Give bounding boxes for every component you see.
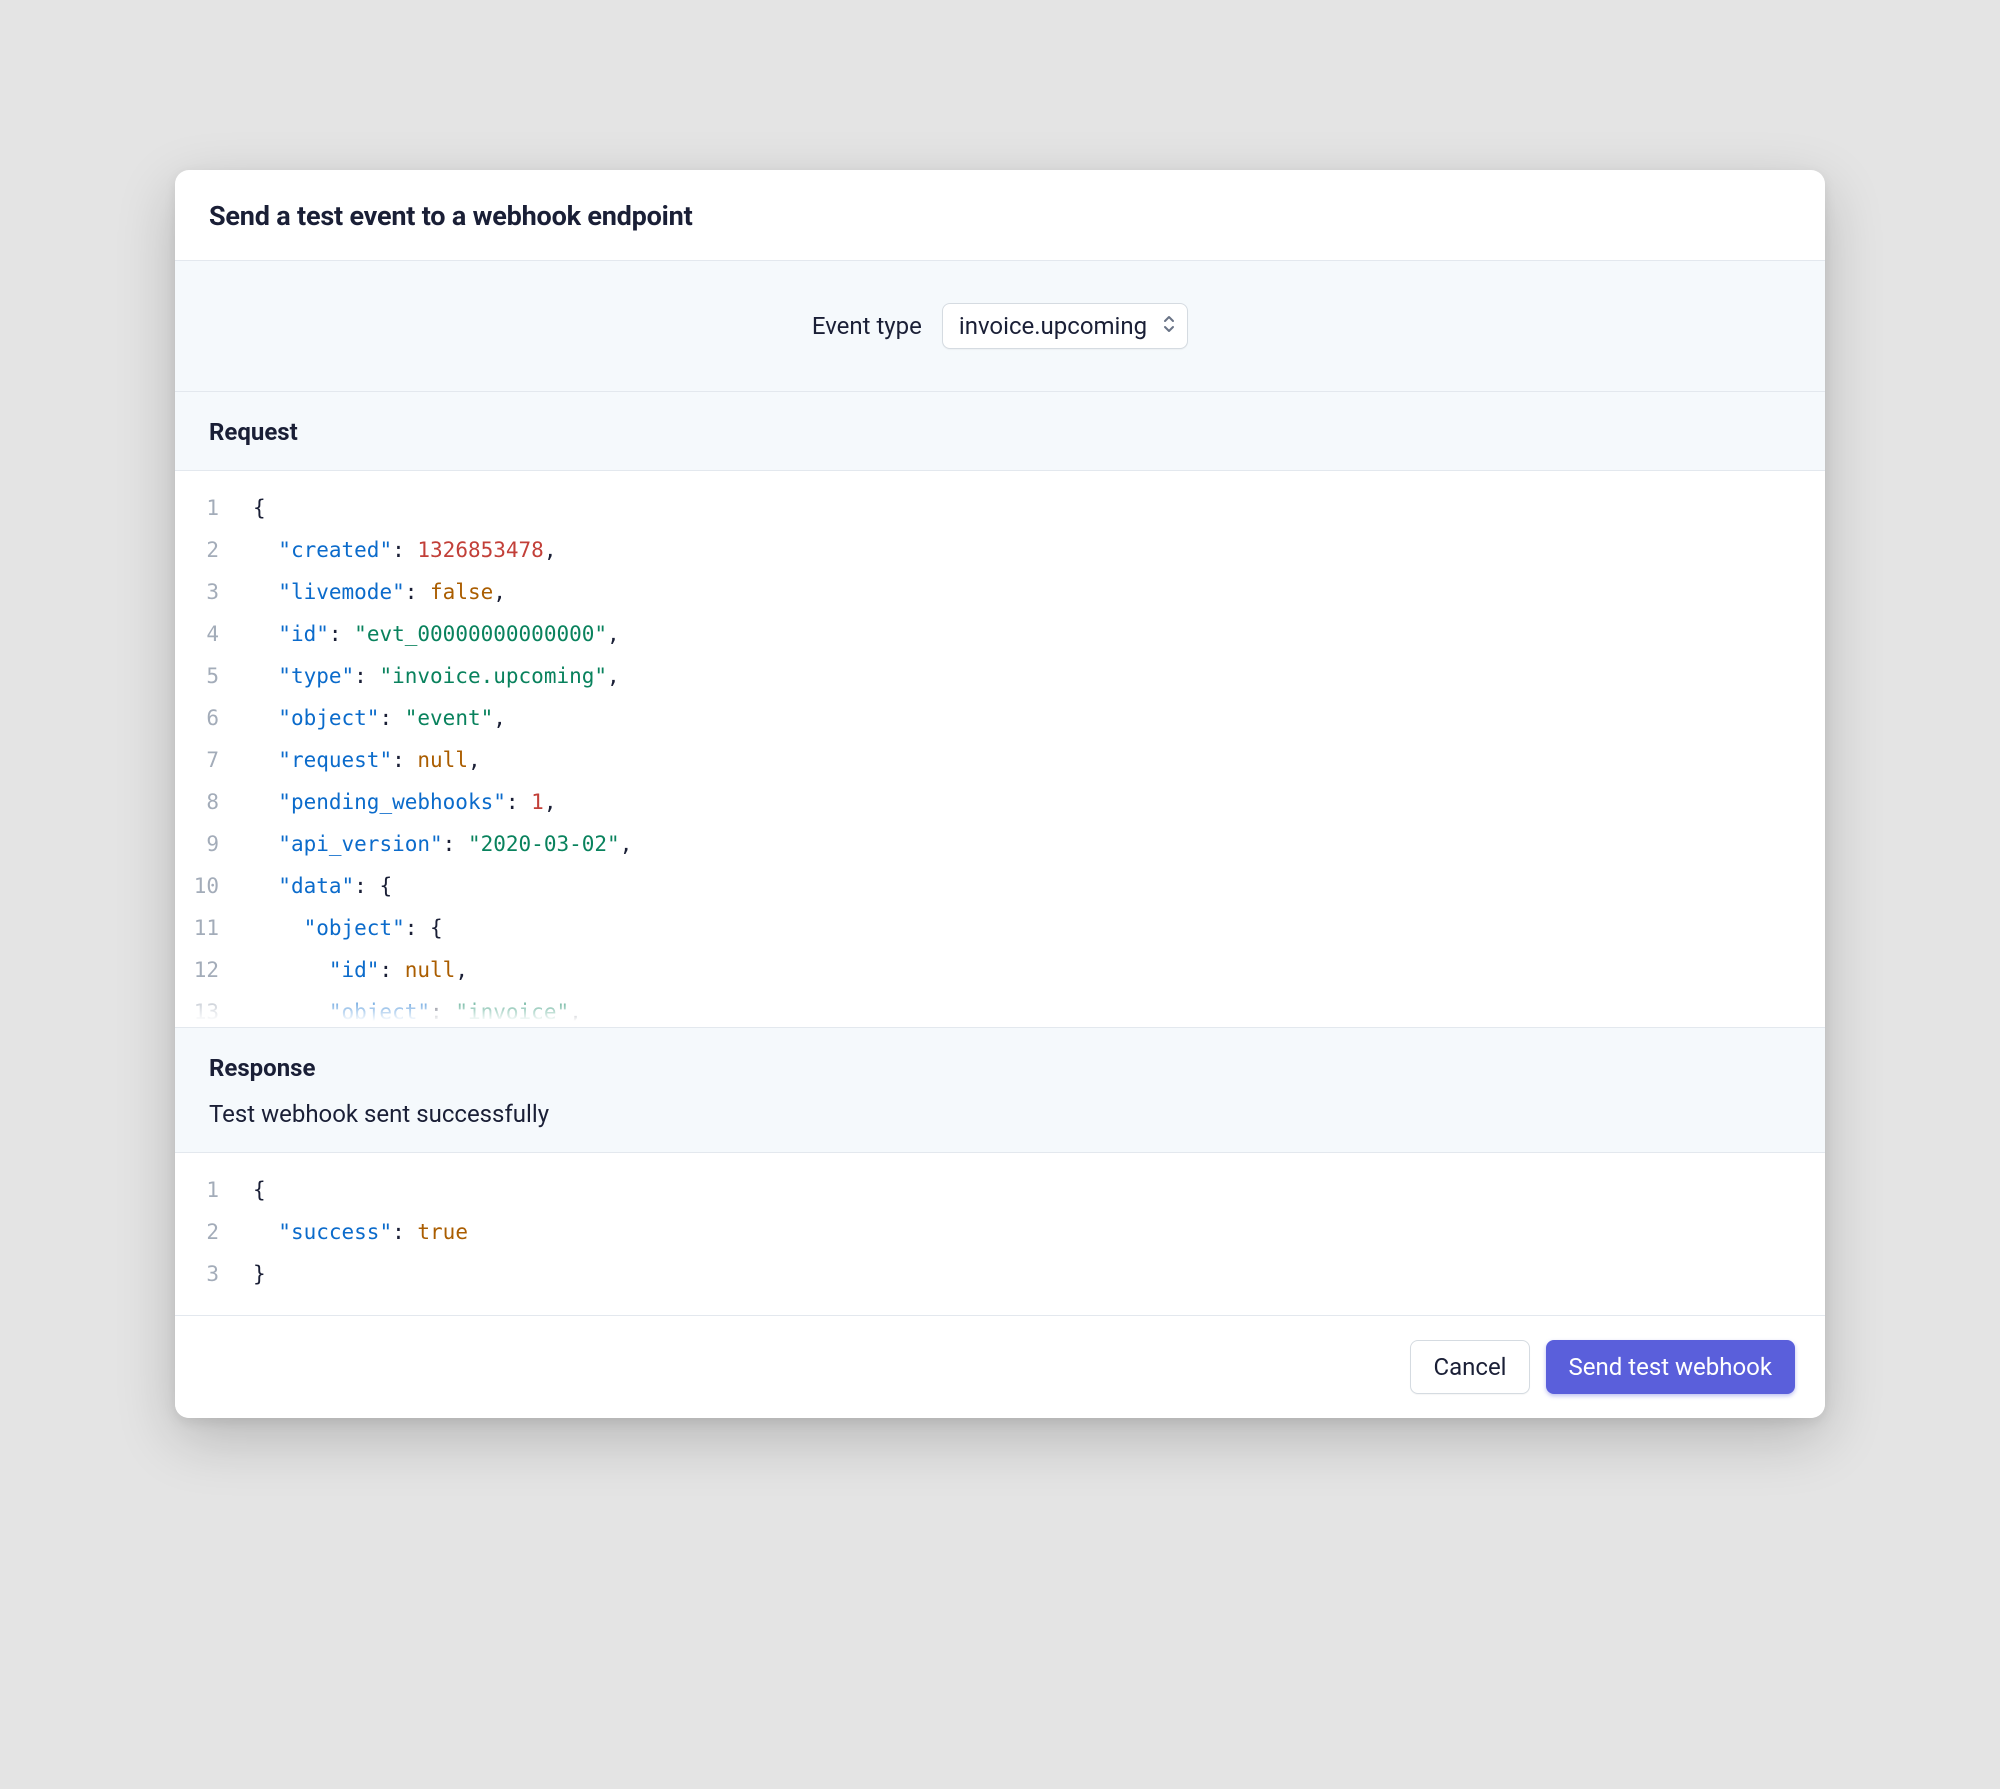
line-number: 9 bbox=[175, 823, 253, 865]
line-number: 10 bbox=[175, 865, 253, 907]
code-content: "id": null, bbox=[253, 949, 468, 991]
code-content: "success": true bbox=[253, 1211, 468, 1253]
code-line: 11 "object": { bbox=[175, 907, 1825, 949]
event-type-select-button[interactable]: invoice.upcoming bbox=[942, 303, 1188, 349]
code-content: "request": null, bbox=[253, 739, 481, 781]
code-content: "api_version": "2020-03-02", bbox=[253, 823, 632, 865]
code-content: "object": { bbox=[253, 907, 443, 949]
line-number: 2 bbox=[175, 1211, 253, 1253]
modal-footer: Cancel Send test webhook bbox=[175, 1315, 1825, 1418]
line-number: 7 bbox=[175, 739, 253, 781]
line-number: 4 bbox=[175, 613, 253, 655]
line-number: 6 bbox=[175, 697, 253, 739]
line-number: 13 bbox=[175, 991, 253, 1027]
code-line: 2 "created": 1326853478, bbox=[175, 529, 1825, 571]
response-heading: Response bbox=[209, 1054, 1791, 1082]
code-content: "object": "event", bbox=[253, 697, 506, 739]
event-type-bar: Event type invoice.upcoming bbox=[175, 261, 1825, 392]
code-line: 6 "object": "event", bbox=[175, 697, 1825, 739]
response-status-text: Test webhook sent successfully bbox=[209, 1100, 1791, 1128]
line-number: 11 bbox=[175, 907, 253, 949]
send-test-event-modal: Send a test event to a webhook endpoint … bbox=[175, 170, 1825, 1418]
code-content: "id": "evt_00000000000000", bbox=[253, 613, 620, 655]
code-line: 10 "data": { bbox=[175, 865, 1825, 907]
line-number: 1 bbox=[175, 1169, 253, 1211]
request-heading: Request bbox=[209, 418, 1791, 446]
request-section-header: Request bbox=[175, 392, 1825, 471]
line-number: 3 bbox=[175, 571, 253, 613]
cancel-button[interactable]: Cancel bbox=[1410, 1340, 1529, 1394]
line-number: 2 bbox=[175, 529, 253, 571]
code-line: 4 "id": "evt_00000000000000", bbox=[175, 613, 1825, 655]
code-content: { bbox=[253, 1169, 266, 1211]
line-number: 1 bbox=[175, 487, 253, 529]
line-number: 8 bbox=[175, 781, 253, 823]
response-code-block[interactable]: 1{2 "success": true3} bbox=[175, 1153, 1825, 1315]
code-line: 8 "pending_webhooks": 1, bbox=[175, 781, 1825, 823]
code-content: } bbox=[253, 1253, 266, 1295]
modal-header: Send a test event to a webhook endpoint bbox=[175, 170, 1825, 261]
code-line: 13 "object": "invoice", bbox=[175, 991, 1825, 1027]
line-number: 12 bbox=[175, 949, 253, 991]
code-line: 9 "api_version": "2020-03-02", bbox=[175, 823, 1825, 865]
response-section-header: Response Test webhook sent successfully bbox=[175, 1027, 1825, 1153]
modal-title: Send a test event to a webhook endpoint bbox=[209, 200, 1791, 232]
code-line: 3 "livemode": false, bbox=[175, 571, 1825, 613]
code-line: 5 "type": "invoice.upcoming", bbox=[175, 655, 1825, 697]
code-line: 3} bbox=[175, 1253, 1825, 1295]
code-line: 1{ bbox=[175, 487, 1825, 529]
code-content: "type": "invoice.upcoming", bbox=[253, 655, 620, 697]
code-line: 12 "id": null, bbox=[175, 949, 1825, 991]
code-content: "pending_webhooks": 1, bbox=[253, 781, 556, 823]
code-content: "livemode": false, bbox=[253, 571, 506, 613]
request-code-block[interactable]: 1{2 "created": 1326853478,3 "livemode": … bbox=[175, 471, 1825, 1027]
line-number: 5 bbox=[175, 655, 253, 697]
code-line: 7 "request": null, bbox=[175, 739, 1825, 781]
line-number: 3 bbox=[175, 1253, 253, 1295]
code-line: 2 "success": true bbox=[175, 1211, 1825, 1253]
code-content: "data": { bbox=[253, 865, 392, 907]
code-content: { bbox=[253, 487, 266, 529]
event-type-label: Event type bbox=[812, 312, 922, 340]
send-test-webhook-button[interactable]: Send test webhook bbox=[1546, 1340, 1795, 1394]
event-type-select[interactable]: invoice.upcoming bbox=[942, 303, 1188, 349]
code-content: "created": 1326853478, bbox=[253, 529, 556, 571]
code-line: 1{ bbox=[175, 1169, 1825, 1211]
code-content: "object": "invoice", bbox=[253, 991, 582, 1027]
